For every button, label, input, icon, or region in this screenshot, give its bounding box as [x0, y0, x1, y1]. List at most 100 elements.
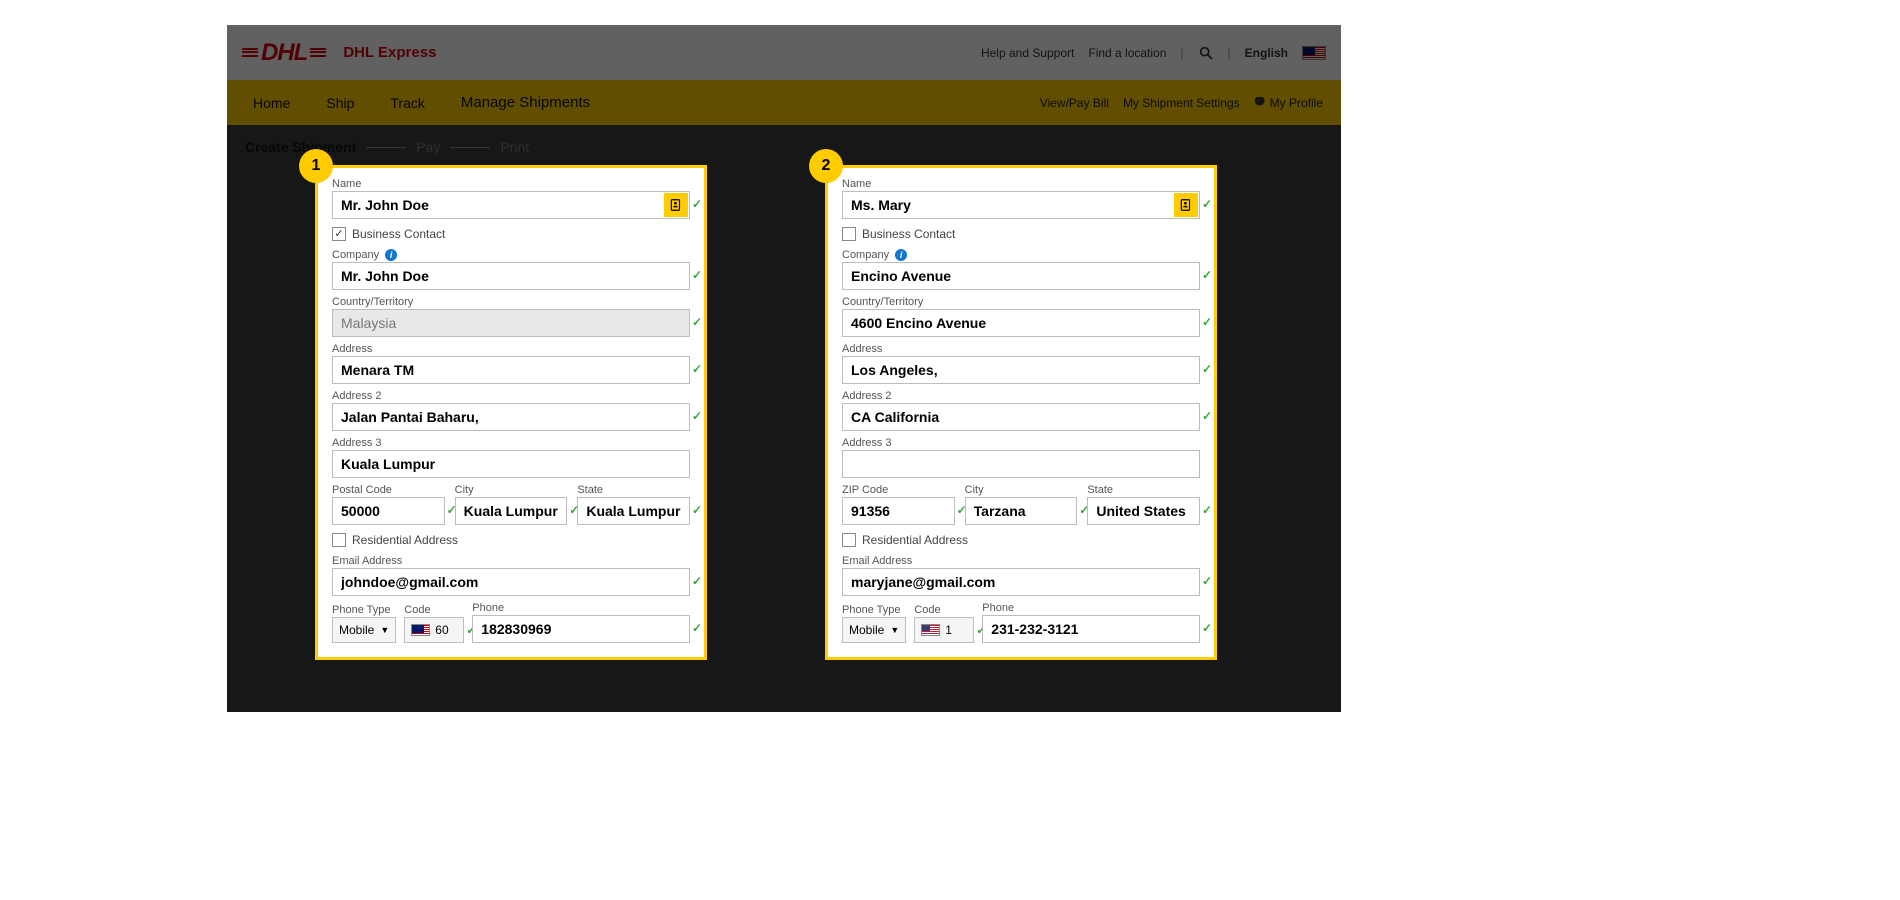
from-city-input[interactable]	[455, 497, 568, 525]
address2-label: Address 2	[842, 390, 1200, 402]
info-icon[interactable]: i	[385, 249, 397, 261]
to-state-input[interactable]	[1087, 497, 1200, 525]
to-address2-input[interactable]	[842, 403, 1200, 431]
breadcrumb-create-shipment: Create Shipment	[245, 139, 356, 155]
separator: |	[1228, 46, 1231, 60]
email-label: Email Address	[842, 555, 1200, 567]
address2-label: Address 2	[332, 390, 690, 402]
flag-my-icon	[1302, 46, 1326, 60]
city-label: City	[455, 484, 568, 496]
step-badge-2: 2	[809, 149, 843, 183]
nav-my-profile[interactable]: My Profile	[1254, 96, 1323, 110]
valid-check-icon: ✓	[692, 197, 702, 211]
brand-text: DHL	[261, 39, 307, 67]
brand-subtext: DHL Express	[343, 44, 436, 61]
from-country-input	[332, 309, 690, 337]
to-phone-code-select[interactable]: 1	[914, 617, 974, 643]
chevron-down-icon: ▼	[380, 625, 389, 635]
valid-check-icon: ✓	[1202, 503, 1212, 517]
business-contact-toggle[interactable]: Business Contact	[842, 227, 1200, 241]
step-badge-1: 1	[299, 149, 333, 183]
nav-manage-shipments[interactable]: Manage Shipments	[443, 80, 608, 125]
country-label: Country/Territory	[332, 296, 690, 308]
checkbox-icon	[842, 533, 856, 547]
valid-check-icon: ✓	[692, 268, 702, 282]
to-city-input[interactable]	[965, 497, 1078, 525]
from-phone-type-select[interactable]: Mobile ▼	[332, 617, 396, 643]
valid-check-icon: ✓	[1202, 197, 1212, 211]
to-company-input[interactable]	[842, 262, 1200, 290]
address-label: Address	[332, 343, 690, 355]
breadcrumb-pay: Pay	[416, 139, 440, 155]
business-contact-toggle[interactable]: Business Contact	[332, 227, 690, 241]
flag-my-icon	[411, 624, 430, 636]
breadcrumb-separator	[450, 147, 490, 148]
to-country-input[interactable]	[842, 309, 1200, 337]
breadcrumb: Create Shipment Pay Print	[227, 125, 1341, 155]
phone-type-label: Phone Type	[842, 604, 906, 616]
nav-shipment-settings[interactable]: My Shipment Settings	[1123, 96, 1240, 110]
valid-check-icon: ✓	[1202, 409, 1212, 423]
residential-toggle[interactable]: Residential Address	[332, 533, 690, 547]
name-label: Name	[332, 178, 690, 190]
from-address3-input[interactable]	[332, 450, 690, 478]
to-address-card: 2 Name ✓ Business Contact Company i	[825, 165, 1217, 660]
logo-stripes-icon	[242, 48, 258, 58]
search-icon[interactable]	[1198, 45, 1214, 61]
from-name-input[interactable]	[332, 191, 690, 219]
to-address3-input[interactable]	[842, 450, 1200, 478]
phone-label: Phone	[472, 602, 690, 614]
valid-check-icon: ✓	[692, 362, 702, 376]
from-email-input[interactable]	[332, 568, 690, 596]
nav-track[interactable]: Track	[372, 80, 442, 125]
valid-check-icon: ✓	[692, 621, 702, 635]
nav-home[interactable]: Home	[235, 80, 308, 125]
find-location-link[interactable]: Find a location	[1088, 46, 1166, 60]
to-email-input[interactable]	[842, 568, 1200, 596]
residential-toggle[interactable]: Residential Address	[842, 533, 1200, 547]
residential-label: Residential Address	[862, 533, 968, 547]
language-label[interactable]: English	[1245, 46, 1288, 60]
zip-code-label: ZIP Code	[842, 484, 955, 496]
help-link[interactable]: Help and Support	[981, 46, 1074, 60]
info-icon[interactable]: i	[895, 249, 907, 261]
app-window: DHL DHL Express Help and Support Find a …	[227, 25, 1341, 712]
residential-label: Residential Address	[352, 533, 458, 547]
valid-check-icon: ✓	[1202, 574, 1212, 588]
from-address2-input[interactable]	[332, 403, 690, 431]
postal-code-label: Postal Code	[332, 484, 445, 496]
my-profile-label: My Profile	[1270, 96, 1323, 110]
nav-ship[interactable]: Ship	[308, 80, 372, 125]
nav-view-pay-bill[interactable]: View/Pay Bill	[1040, 96, 1109, 110]
to-address-input[interactable]	[842, 356, 1200, 384]
contact-picker-button[interactable]	[664, 193, 688, 217]
company-label: Company i	[842, 249, 1200, 261]
from-postal-input[interactable]	[332, 497, 445, 525]
checkbox-checked-icon	[332, 227, 346, 241]
breadcrumb-print: Print	[500, 139, 529, 155]
contact-picker-button[interactable]	[1174, 193, 1198, 217]
from-address-card: 1 Name ✓ Business Contact Company i ✓	[315, 165, 707, 660]
flag-us-icon	[921, 624, 940, 636]
code-label: Code	[404, 604, 464, 616]
email-label: Email Address	[332, 555, 690, 567]
valid-check-icon: ✓	[692, 315, 702, 329]
to-name-input[interactable]	[842, 191, 1200, 219]
to-phone-input[interactable]	[982, 615, 1200, 643]
from-address-input[interactable]	[332, 356, 690, 384]
city-label: City	[965, 484, 1078, 496]
from-phone-code-select[interactable]: 60	[404, 617, 464, 643]
valid-check-icon: ✓	[692, 574, 702, 588]
to-zip-input[interactable]	[842, 497, 955, 525]
valid-check-icon: ✓	[692, 409, 702, 423]
from-company-input[interactable]	[332, 262, 690, 290]
chevron-down-icon: ▼	[890, 625, 899, 635]
valid-check-icon: ✓	[1202, 268, 1212, 282]
topbar-right: Help and Support Find a location | | Eng…	[981, 45, 1326, 61]
to-phone-type-select[interactable]: Mobile ▼	[842, 617, 906, 643]
logo-stripes-icon	[310, 48, 326, 58]
from-phone-input[interactable]	[472, 615, 690, 643]
from-state-input[interactable]	[577, 497, 690, 525]
valid-check-icon: ✓	[1202, 315, 1212, 329]
address3-label: Address 3	[842, 437, 1200, 449]
